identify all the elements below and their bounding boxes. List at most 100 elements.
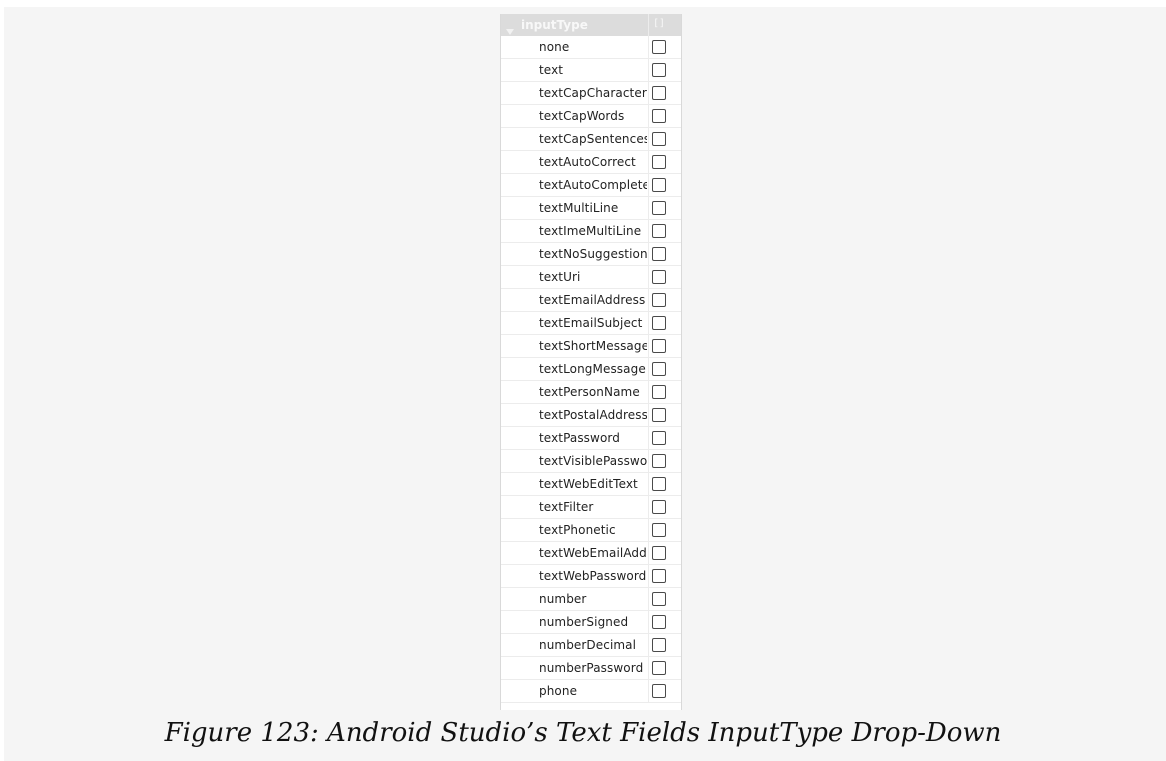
option-label: textPostalAddress [539, 408, 647, 422]
option-checkbox[interactable] [652, 316, 666, 330]
column-divider [648, 358, 649, 381]
column-divider [648, 335, 649, 358]
input-type-option-row[interactable]: textShortMessage [501, 335, 681, 358]
option-checkbox[interactable] [652, 86, 666, 100]
option-checkbox[interactable] [652, 201, 666, 215]
option-label: textUri [539, 270, 581, 284]
option-checkbox[interactable] [652, 362, 666, 376]
option-checkbox[interactable] [652, 132, 666, 146]
input-type-option-row[interactable]: textPhonetic [501, 519, 681, 542]
column-divider [648, 634, 649, 657]
input-type-option-row[interactable]: textAutoComplete [501, 174, 681, 197]
input-type-option-row[interactable]: none [501, 36, 681, 59]
option-checkbox[interactable] [652, 385, 666, 399]
property-name: inputType [521, 18, 588, 32]
input-type-option-row[interactable]: textPassword [501, 427, 681, 450]
option-checkbox[interactable] [652, 224, 666, 238]
option-label: textCapCharacter [539, 86, 647, 100]
option-checkbox[interactable] [652, 684, 666, 698]
input-type-option-row[interactable]: text [501, 59, 681, 82]
input-type-option-row[interactable]: numberPassword [501, 657, 681, 680]
option-checkbox[interactable] [652, 500, 666, 514]
option-checkbox[interactable] [652, 339, 666, 353]
option-checkbox[interactable] [652, 638, 666, 652]
input-type-option-row[interactable]: textWebEmailAddr [501, 542, 681, 565]
option-checkbox[interactable] [652, 477, 666, 491]
input-type-option-row[interactable]: textVisiblePasswo [501, 450, 681, 473]
input-type-option-row[interactable]: textCapCharacter [501, 82, 681, 105]
option-checkbox[interactable] [652, 270, 666, 284]
input-type-option-row[interactable]: textPostalAddress [501, 404, 681, 427]
option-label: none [539, 40, 570, 54]
input-type-option-row[interactable]: textCapWords [501, 105, 681, 128]
input-type-option-row[interactable]: phone [501, 680, 681, 703]
column-divider [648, 588, 649, 611]
column-divider [648, 680, 649, 703]
input-type-option-row[interactable]: textAutoCorrect [501, 151, 681, 174]
option-label: textAutoCorrect [539, 155, 636, 169]
input-type-option-row[interactable]: textPersonName [501, 381, 681, 404]
option-label: textWebPassword [539, 569, 647, 583]
option-checkbox[interactable] [652, 293, 666, 307]
option-checkbox[interactable] [652, 178, 666, 192]
inputtype-header[interactable]: inputType [] [501, 14, 681, 36]
input-type-option-row[interactable]: textCapSentences [501, 128, 681, 151]
column-divider [648, 381, 649, 404]
input-type-option-row[interactable]: textNoSuggestion [501, 243, 681, 266]
input-type-option-row[interactable]: textMultiLine [501, 197, 681, 220]
option-label: textAutoComplete [539, 178, 647, 192]
option-label: textWebEmailAddr [539, 546, 647, 560]
input-type-option-row[interactable]: textWebEditText [501, 473, 681, 496]
column-divider [648, 312, 649, 335]
option-checkbox[interactable] [652, 155, 666, 169]
input-type-option-row[interactable]: numberSigned [501, 611, 681, 634]
option-label: textCapWords [539, 109, 625, 123]
column-divider [648, 519, 649, 542]
column-divider [648, 59, 649, 82]
input-type-option-row[interactable]: textWebPassword [501, 565, 681, 588]
input-type-option-row[interactable]: textEmailSubject [501, 312, 681, 335]
option-label: numberSigned [539, 615, 629, 629]
option-checkbox[interactable] [652, 109, 666, 123]
option-label: textMultiLine [539, 201, 619, 215]
option-checkbox[interactable] [652, 615, 666, 629]
column-divider [648, 611, 649, 634]
option-checkbox[interactable] [652, 40, 666, 54]
option-checkbox[interactable] [652, 63, 666, 77]
option-label: textPersonName [539, 385, 640, 399]
option-checkbox[interactable] [652, 247, 666, 261]
triangle-down-icon[interactable] [506, 21, 514, 35]
option-label: number [539, 592, 587, 606]
input-type-option-row[interactable]: textFilter [501, 496, 681, 519]
option-label: textShortMessage [539, 339, 647, 353]
column-divider [648, 427, 649, 450]
option-checkbox[interactable] [652, 454, 666, 468]
column-divider [648, 128, 649, 151]
column-divider [648, 542, 649, 565]
option-checkbox[interactable] [652, 569, 666, 583]
option-checkbox[interactable] [652, 523, 666, 537]
figure-caption: Figure 123: Android Studio’s Text Fields… [164, 718, 1002, 748]
option-label: textNoSuggestion [539, 247, 647, 261]
option-label: numberPassword [539, 661, 644, 675]
column-divider [648, 197, 649, 220]
option-checkbox[interactable] [652, 546, 666, 560]
column-divider [648, 565, 649, 588]
option-checkbox[interactable] [652, 408, 666, 422]
input-type-option-row[interactable]: textImeMultiLine [501, 220, 681, 243]
inputtype-property-panel: inputType [] none text textCapCharacter tex… [500, 14, 682, 710]
option-checkbox[interactable] [652, 431, 666, 445]
option-label: textFilter [539, 500, 594, 514]
input-type-option-row[interactable]: textEmailAddress [501, 289, 681, 312]
input-type-option-row[interactable]: number [501, 588, 681, 611]
option-label: textVisiblePasswo [539, 454, 647, 468]
column-divider [648, 496, 649, 519]
input-type-option-row[interactable]: textLongMessage [501, 358, 681, 381]
option-checkbox[interactable] [652, 592, 666, 606]
input-type-option-row[interactable]: textUri [501, 266, 681, 289]
option-label: phone [539, 684, 578, 698]
option-label: textPhonetic [539, 523, 616, 537]
option-checkbox[interactable] [652, 661, 666, 675]
column-divider [648, 82, 649, 105]
input-type-option-row[interactable]: numberDecimal [501, 634, 681, 657]
